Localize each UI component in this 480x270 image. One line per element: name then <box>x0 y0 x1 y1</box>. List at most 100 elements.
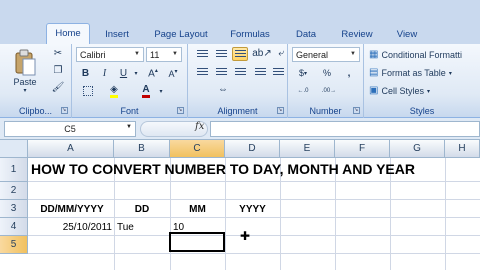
row-header-2[interactable]: 2 <box>0 182 28 200</box>
row-header-3[interactable]: 3 <box>0 200 28 218</box>
font-color-button[interactable]: A <box>136 84 156 98</box>
chevron-down-icon: ▾ <box>134 70 138 77</box>
font-launcher-icon[interactable]: ↘ <box>177 107 184 114</box>
chevron-down-icon[interactable]: ▼ <box>348 49 358 60</box>
alignment-launcher-icon[interactable]: ↘ <box>277 107 284 114</box>
chevron-down-icon[interactable]: ▼ <box>126 124 132 130</box>
scissors-icon: ✂ <box>53 48 63 59</box>
tab-home[interactable]: Home <box>46 23 90 45</box>
active-cell-c5[interactable] <box>169 232 225 252</box>
borders-button[interactable] <box>78 84 98 98</box>
increase-decimal-button[interactable]: ←.0 <box>292 84 314 98</box>
row-header-5[interactable]: 5 <box>0 236 28 254</box>
increase-indent-icon <box>272 67 284 77</box>
conditional-formatting-button[interactable]: ▦ Conditional Formatti <box>368 47 480 63</box>
cell-a4[interactable]: 25/10/2011 <box>30 218 112 236</box>
percent-button[interactable]: % <box>318 66 336 80</box>
decrease-decimal-button[interactable]: .00→ <box>318 84 340 98</box>
align-center-button[interactable] <box>213 65 229 79</box>
number-group-label: Number <box>309 106 342 116</box>
column-header-d[interactable]: D <box>225 140 280 158</box>
styles-group-label: Styles <box>409 106 435 116</box>
align-right-button[interactable] <box>232 65 248 79</box>
decrease-font-button[interactable]: A▾ <box>164 66 182 80</box>
conditional-formatting-label: Conditional Formatti <box>381 50 462 60</box>
currency-button[interactable]: $ ▾ <box>292 66 314 80</box>
column-header-e[interactable]: E <box>280 140 335 158</box>
column-header-f[interactable]: F <box>335 140 390 158</box>
cell-d3[interactable]: YYYY <box>225 200 280 218</box>
merge-center-button[interactable]: ⇔ <box>194 83 252 97</box>
fill-color-button[interactable]: ◈ <box>104 84 124 98</box>
number-launcher-icon[interactable]: ↘ <box>353 107 360 114</box>
font-name-combo[interactable]: Calibri ▼ <box>76 47 144 62</box>
copy-icon: ❐ <box>53 65 63 76</box>
bold-button[interactable]: B <box>78 66 93 80</box>
chevron-down-icon: ▾ <box>426 88 430 95</box>
chevron-down-icon: ▾ <box>304 70 308 77</box>
cell-a3[interactable]: DD/MM/YYYY <box>30 200 114 218</box>
row-header-1[interactable]: 1 <box>0 158 28 182</box>
tab-data[interactable]: Data <box>287 27 325 44</box>
tab-page-layout[interactable]: Page Layout <box>148 27 214 44</box>
comma-icon: , <box>347 67 351 79</box>
cell-styles-icon: ▣ <box>369 85 379 96</box>
paste-icon <box>15 49 36 75</box>
align-right-icon <box>234 67 246 77</box>
styles-group: ▦ Conditional Formatti ▤ Format as Table… <box>364 44 480 118</box>
column-header-g[interactable]: G <box>390 140 445 158</box>
align-bottom-button[interactable] <box>232 47 248 61</box>
column-header-b[interactable]: B <box>114 140 170 158</box>
cut-button[interactable]: ✂ <box>50 47 66 61</box>
format-painter-button[interactable]: 🖌 <box>50 81 66 95</box>
cell-b4[interactable]: Tue <box>117 218 134 236</box>
cell-c3[interactable]: MM <box>170 200 225 218</box>
insert-function-button[interactable]: fx <box>195 121 204 132</box>
tab-formulas[interactable]: Formulas <box>222 27 278 44</box>
underline-dropdown[interactable]: ▾ <box>132 66 140 80</box>
cell-b3[interactable]: DD <box>114 200 170 218</box>
font-size-value: 11 <box>150 50 160 60</box>
align-middle-button[interactable] <box>213 47 229 61</box>
font-color-dropdown[interactable]: ▾ <box>157 84 165 98</box>
increase-indent-button[interactable] <box>270 65 286 79</box>
clipboard-launcher-icon[interactable]: ↘ <box>61 107 68 114</box>
tab-view[interactable]: View <box>388 27 426 44</box>
align-top-button[interactable] <box>194 47 210 61</box>
cell-cursor-icon: ✚ <box>240 229 251 243</box>
formula-input[interactable] <box>210 121 480 137</box>
underline-icon: U <box>119 67 128 79</box>
chevron-down-icon[interactable]: ▼ <box>132 49 142 60</box>
align-left-icon <box>196 67 208 77</box>
select-all-corner[interactable] <box>0 140 28 158</box>
number-format-combo[interactable]: General ▼ <box>292 47 360 62</box>
format-as-table-button[interactable]: ▤ Format as Table ▾ <box>368 65 476 81</box>
worksheet-grid: A B C D E F G H 1 2 3 4 5 HOW TO CONVERT… <box>0 140 480 270</box>
underline-button[interactable]: U <box>116 66 131 80</box>
column-header-h[interactable]: H <box>445 140 480 158</box>
cell-styles-button[interactable]: ▣ Cell Styles ▾ <box>368 83 448 99</box>
copy-button[interactable]: ❐ <box>50 64 66 78</box>
font-size-combo[interactable]: 11 ▼ <box>146 47 182 62</box>
orientation-button[interactable]: ab↗ <box>252 47 272 61</box>
brush-icon: 🖌 <box>51 82 65 93</box>
column-header-a[interactable]: A <box>28 140 114 158</box>
decrease-font-icon: A▾ <box>168 68 178 79</box>
wrap-text-button[interactable]: ⤶ <box>276 47 286 61</box>
decrease-indent-button[interactable] <box>252 65 268 79</box>
italic-button[interactable]: I <box>97 66 112 80</box>
align-left-button[interactable] <box>194 65 210 79</box>
column-header-c[interactable]: C <box>170 140 225 158</box>
row-header-4[interactable]: 4 <box>0 218 28 236</box>
decrease-indent-icon <box>254 67 266 77</box>
tab-review[interactable]: Review <box>334 27 380 44</box>
cell-a1[interactable]: HOW TO CONVERT NUMBER TO DAY, MONTH AND … <box>31 160 415 178</box>
increase-font-button[interactable]: A▴ <box>144 66 162 80</box>
chevron-down-icon: ▾ <box>448 70 452 77</box>
paste-button[interactable]: Paste ▾ <box>6 46 44 96</box>
comma-style-button[interactable]: , <box>340 66 358 80</box>
chevron-down-icon[interactable]: ▼ <box>170 49 180 60</box>
name-box[interactable]: C5 ▼ <box>4 121 136 137</box>
tab-insert[interactable]: Insert <box>96 27 138 44</box>
italic-icon: I <box>102 67 107 79</box>
